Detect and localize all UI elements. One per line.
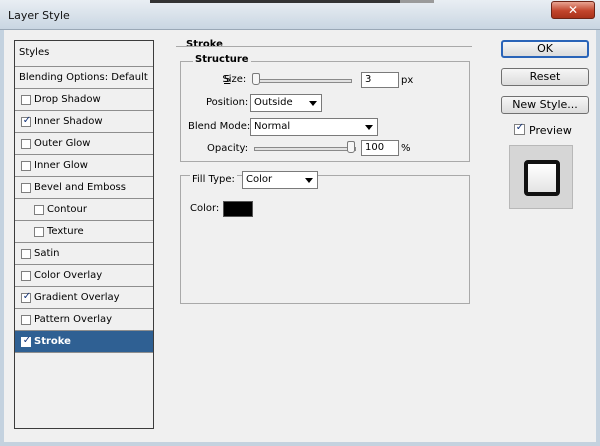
blending-options-item[interactable]: Blending Options: Default bbox=[15, 67, 153, 89]
checkmark-icon: ✓ bbox=[515, 122, 525, 133]
chevron-down-icon bbox=[309, 101, 317, 106]
inner-shadow-checkbox[interactable]: ✓ bbox=[21, 115, 32, 127]
structure-group-title: Structure bbox=[193, 54, 251, 65]
style-item-label: Inner Glow bbox=[34, 160, 88, 171]
checkmark-icon: ✓ bbox=[22, 291, 32, 302]
size-unit: px bbox=[401, 75, 414, 86]
style-item-label: Drop Shadow bbox=[34, 94, 101, 105]
background-strip bbox=[400, 0, 434, 3]
color-swatch[interactable] bbox=[223, 201, 253, 217]
position-value: Outside bbox=[254, 97, 293, 108]
stroke-panel-title: Stroke bbox=[186, 39, 223, 50]
window-title: Layer Style bbox=[8, 9, 70, 22]
style-item-label: Bevel and Emboss bbox=[34, 182, 126, 193]
style-item-inner-glow[interactable]: Inner Glow bbox=[15, 155, 153, 177]
chevron-down-icon bbox=[305, 178, 313, 183]
texture-checkbox[interactable] bbox=[34, 227, 44, 237]
window-frame: Styles Blending Options: Default Drop Sh… bbox=[0, 30, 600, 446]
styles-list: Styles Blending Options: Default Drop Sh… bbox=[14, 40, 154, 429]
size-label-text: Size: bbox=[222, 74, 247, 85]
inner-glow-checkbox[interactable] bbox=[21, 161, 31, 171]
style-item-inner-shadow[interactable]: ✓ Inner Shadow bbox=[15, 111, 153, 133]
blend-mode-select[interactable]: Normal bbox=[250, 118, 378, 136]
opacity-label: Opacity: bbox=[207, 143, 249, 154]
fill-type-select[interactable]: Color bbox=[242, 171, 318, 189]
styles-header-label: Styles bbox=[19, 47, 50, 58]
divider bbox=[176, 46, 472, 47]
preview-thumbnail bbox=[509, 145, 573, 209]
color-overlay-checkbox[interactable] bbox=[21, 271, 31, 281]
style-item-drop-shadow[interactable]: Drop Shadow bbox=[15, 89, 153, 111]
close-icon: ✕ bbox=[567, 3, 579, 17]
checkmark-icon: ✓ bbox=[22, 335, 32, 346]
new-style-button[interactable]: New Style... bbox=[501, 96, 589, 114]
gradient-overlay-checkbox[interactable]: ✓ bbox=[21, 291, 32, 303]
blend-mode-value: Normal bbox=[254, 121, 291, 132]
chevron-down-icon bbox=[365, 125, 373, 130]
position-label: Position: bbox=[206, 97, 249, 108]
drop-shadow-checkbox[interactable] bbox=[21, 95, 31, 105]
dialog-body: Styles Blending Options: Default Drop Sh… bbox=[4, 30, 596, 442]
style-item-texture[interactable]: Texture bbox=[15, 221, 153, 243]
style-item-label: Pattern Overlay bbox=[34, 314, 113, 325]
pattern-overlay-checkbox[interactable] bbox=[21, 315, 31, 325]
blending-options-label: Blending Options: Default bbox=[19, 72, 148, 83]
style-item-label: Inner Shadow bbox=[34, 116, 103, 127]
size-label: SSize: bbox=[222, 74, 247, 85]
bevel-emboss-checkbox[interactable] bbox=[21, 183, 31, 193]
style-item-color-overlay[interactable]: Color Overlay bbox=[15, 265, 153, 287]
size-input[interactable]: 3 bbox=[361, 72, 399, 88]
reset-button[interactable]: Reset bbox=[501, 68, 589, 86]
opacity-input[interactable]: 100 bbox=[361, 140, 399, 156]
size-slider-handle[interactable] bbox=[252, 73, 260, 85]
preview-square bbox=[524, 160, 560, 196]
stroke-checkbox[interactable]: ✓ bbox=[21, 335, 32, 347]
style-item-label: Color Overlay bbox=[34, 270, 103, 281]
color-label: Color: bbox=[190, 203, 220, 214]
style-item-label: Outer Glow bbox=[34, 138, 91, 149]
style-item-label: Texture bbox=[47, 226, 84, 237]
contour-checkbox[interactable] bbox=[34, 205, 44, 215]
title-bar[interactable]: Layer Style ✕ bbox=[0, 0, 600, 30]
fill-type-label: Fill Type: bbox=[190, 174, 237, 185]
opacity-slider-handle[interactable] bbox=[347, 141, 355, 153]
opacity-slider-track[interactable] bbox=[254, 147, 356, 151]
fill-type-value: Color bbox=[246, 174, 273, 185]
style-item-label: Contour bbox=[47, 204, 87, 215]
satin-checkbox[interactable] bbox=[21, 249, 31, 259]
preview-checkbox[interactable]: ✓ bbox=[514, 122, 525, 135]
styles-header[interactable]: Styles bbox=[15, 41, 153, 67]
style-item-bevel-emboss[interactable]: Bevel and Emboss bbox=[15, 177, 153, 199]
style-item-label: Stroke bbox=[34, 336, 71, 347]
size-slider-track[interactable] bbox=[254, 79, 352, 83]
position-select[interactable]: Outside bbox=[250, 94, 322, 112]
close-button[interactable]: ✕ bbox=[551, 1, 595, 19]
background-strip bbox=[150, 0, 410, 3]
style-item-label: Satin bbox=[34, 248, 60, 259]
ok-button[interactable]: OK bbox=[501, 40, 589, 58]
outer-glow-checkbox[interactable] bbox=[21, 139, 31, 149]
style-item-stroke[interactable]: ✓ Stroke bbox=[15, 331, 153, 353]
blend-mode-label: Blend Mode: bbox=[188, 121, 251, 132]
fill-group bbox=[180, 175, 470, 304]
preview-label: Preview bbox=[529, 124, 572, 137]
checkmark-icon: ✓ bbox=[22, 115, 32, 126]
style-item-label: Gradient Overlay bbox=[34, 292, 120, 303]
opacity-unit: % bbox=[401, 143, 411, 154]
style-item-satin[interactable]: Satin bbox=[15, 243, 153, 265]
style-item-outer-glow[interactable]: Outer Glow bbox=[15, 133, 153, 155]
style-item-contour[interactable]: Contour bbox=[15, 199, 153, 221]
style-item-gradient-overlay[interactable]: ✓ Gradient Overlay bbox=[15, 287, 153, 309]
style-item-pattern-overlay[interactable]: Pattern Overlay bbox=[15, 309, 153, 331]
